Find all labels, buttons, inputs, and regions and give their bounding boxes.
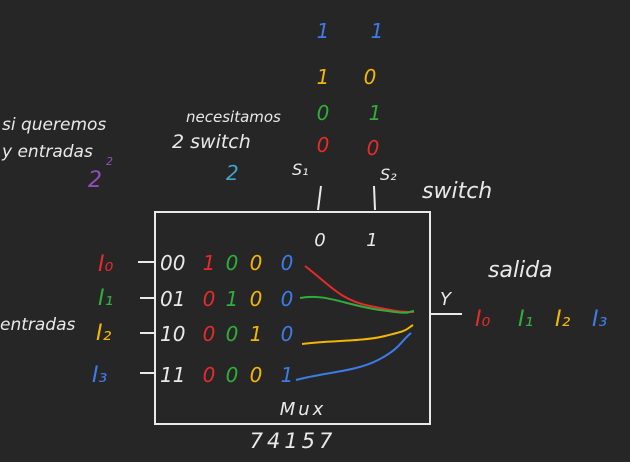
bit-r2-c2: 1: [250, 322, 263, 346]
note-two: 2: [226, 161, 239, 185]
s1-select-line: [317, 185, 322, 211]
salida-label: salida: [488, 258, 553, 283]
output-values: I₀ I₁ I₂ I₃: [475, 307, 607, 332]
input-codes: 00 01 10 11: [160, 251, 185, 387]
note-2-switch: 2 switch: [172, 131, 251, 153]
s2-select-line: [373, 185, 376, 211]
output-value-i2: I₂: [555, 307, 570, 332]
input-code-11: 11: [160, 363, 185, 387]
bit-r3-c2: 0: [250, 363, 263, 387]
bit-r0-c3: 0: [281, 251, 294, 275]
bit-r0-c2: 0: [250, 251, 263, 275]
mux-box: [154, 211, 431, 425]
route-i2-curve: [301, 324, 414, 345]
switch-s1-column: 1 1 0 0: [317, 19, 330, 157]
input-name-i2: I₂: [96, 321, 111, 346]
output-value-i1: I₁: [518, 307, 533, 332]
s1-value-1: 1: [317, 65, 330, 89]
output-value-i3: I₃: [592, 307, 607, 332]
diagram-svg: si queremos y entradas 2 2 necesitamos 2…: [0, 19, 607, 453]
s2-value-0: 1: [371, 19, 384, 43]
input-name-i1: I₁: [98, 286, 113, 311]
whiteboard-canvas: si queremos y entradas 2 2 necesitamos 2…: [0, 0, 630, 462]
bit-r0-c0: 1: [203, 251, 216, 275]
bits-row-3: 0 0 0 1: [203, 363, 294, 387]
s2-value-1: 0: [364, 65, 377, 89]
input-code-10: 10: [160, 322, 185, 346]
select-header-1: 1: [366, 230, 377, 251]
bit-r3-c0: 0: [203, 363, 216, 387]
bit-r3-c3: 1: [281, 363, 294, 387]
mux-label: Mux: [280, 399, 327, 420]
entradas-label: entradas: [0, 315, 76, 335]
bit-r1-c1: 1: [226, 287, 239, 311]
s1-value-2: 0: [317, 101, 330, 125]
bits-row-2: 0 0 1 0: [203, 322, 294, 346]
note-two-power-base: 2: [88, 168, 102, 193]
chip-number: 74157: [250, 429, 337, 453]
bit-r3-c1: 0: [226, 363, 239, 387]
select-header-0: 0: [314, 230, 325, 251]
note-si-queremos: si queremos: [2, 115, 106, 135]
note-two-power-exp: 2: [106, 155, 113, 168]
input-name-i0: I₀: [98, 252, 113, 277]
output-value-i0: I₀: [475, 307, 490, 332]
input-code-00: 00: [160, 251, 185, 275]
bit-r1-c3: 0: [281, 287, 294, 311]
note-necesitamos: necesitamos: [186, 108, 281, 126]
output-y-label: Y: [440, 289, 453, 310]
switch-label: switch: [422, 179, 492, 204]
bit-r1-c2: 0: [250, 287, 263, 311]
s1-label: S₁: [292, 160, 309, 179]
bit-r2-c1: 0: [226, 322, 239, 346]
s2-value-2: 1: [369, 101, 382, 125]
bits-row-1: 0 1 0 0: [203, 287, 294, 311]
bit-r2-c0: 0: [203, 322, 216, 346]
s2-label: S₂: [380, 165, 397, 184]
bits-row-0: 1 0 0 0: [203, 251, 294, 275]
switch-s2-column: 1 0 1 0: [364, 19, 384, 160]
note-y-entradas: y entradas: [1, 142, 93, 162]
bit-r2-c3: 0: [281, 322, 294, 346]
bit-r0-c1: 0: [226, 251, 239, 275]
s1-value-3: 0: [317, 133, 330, 157]
bit-r1-c0: 0: [203, 287, 216, 311]
input-code-01: 01: [160, 287, 185, 311]
input-name-i3: I₃: [92, 363, 107, 388]
s1-value-0: 1: [317, 19, 330, 43]
input-leads: [138, 261, 154, 374]
s2-value-3: 0: [367, 136, 380, 160]
